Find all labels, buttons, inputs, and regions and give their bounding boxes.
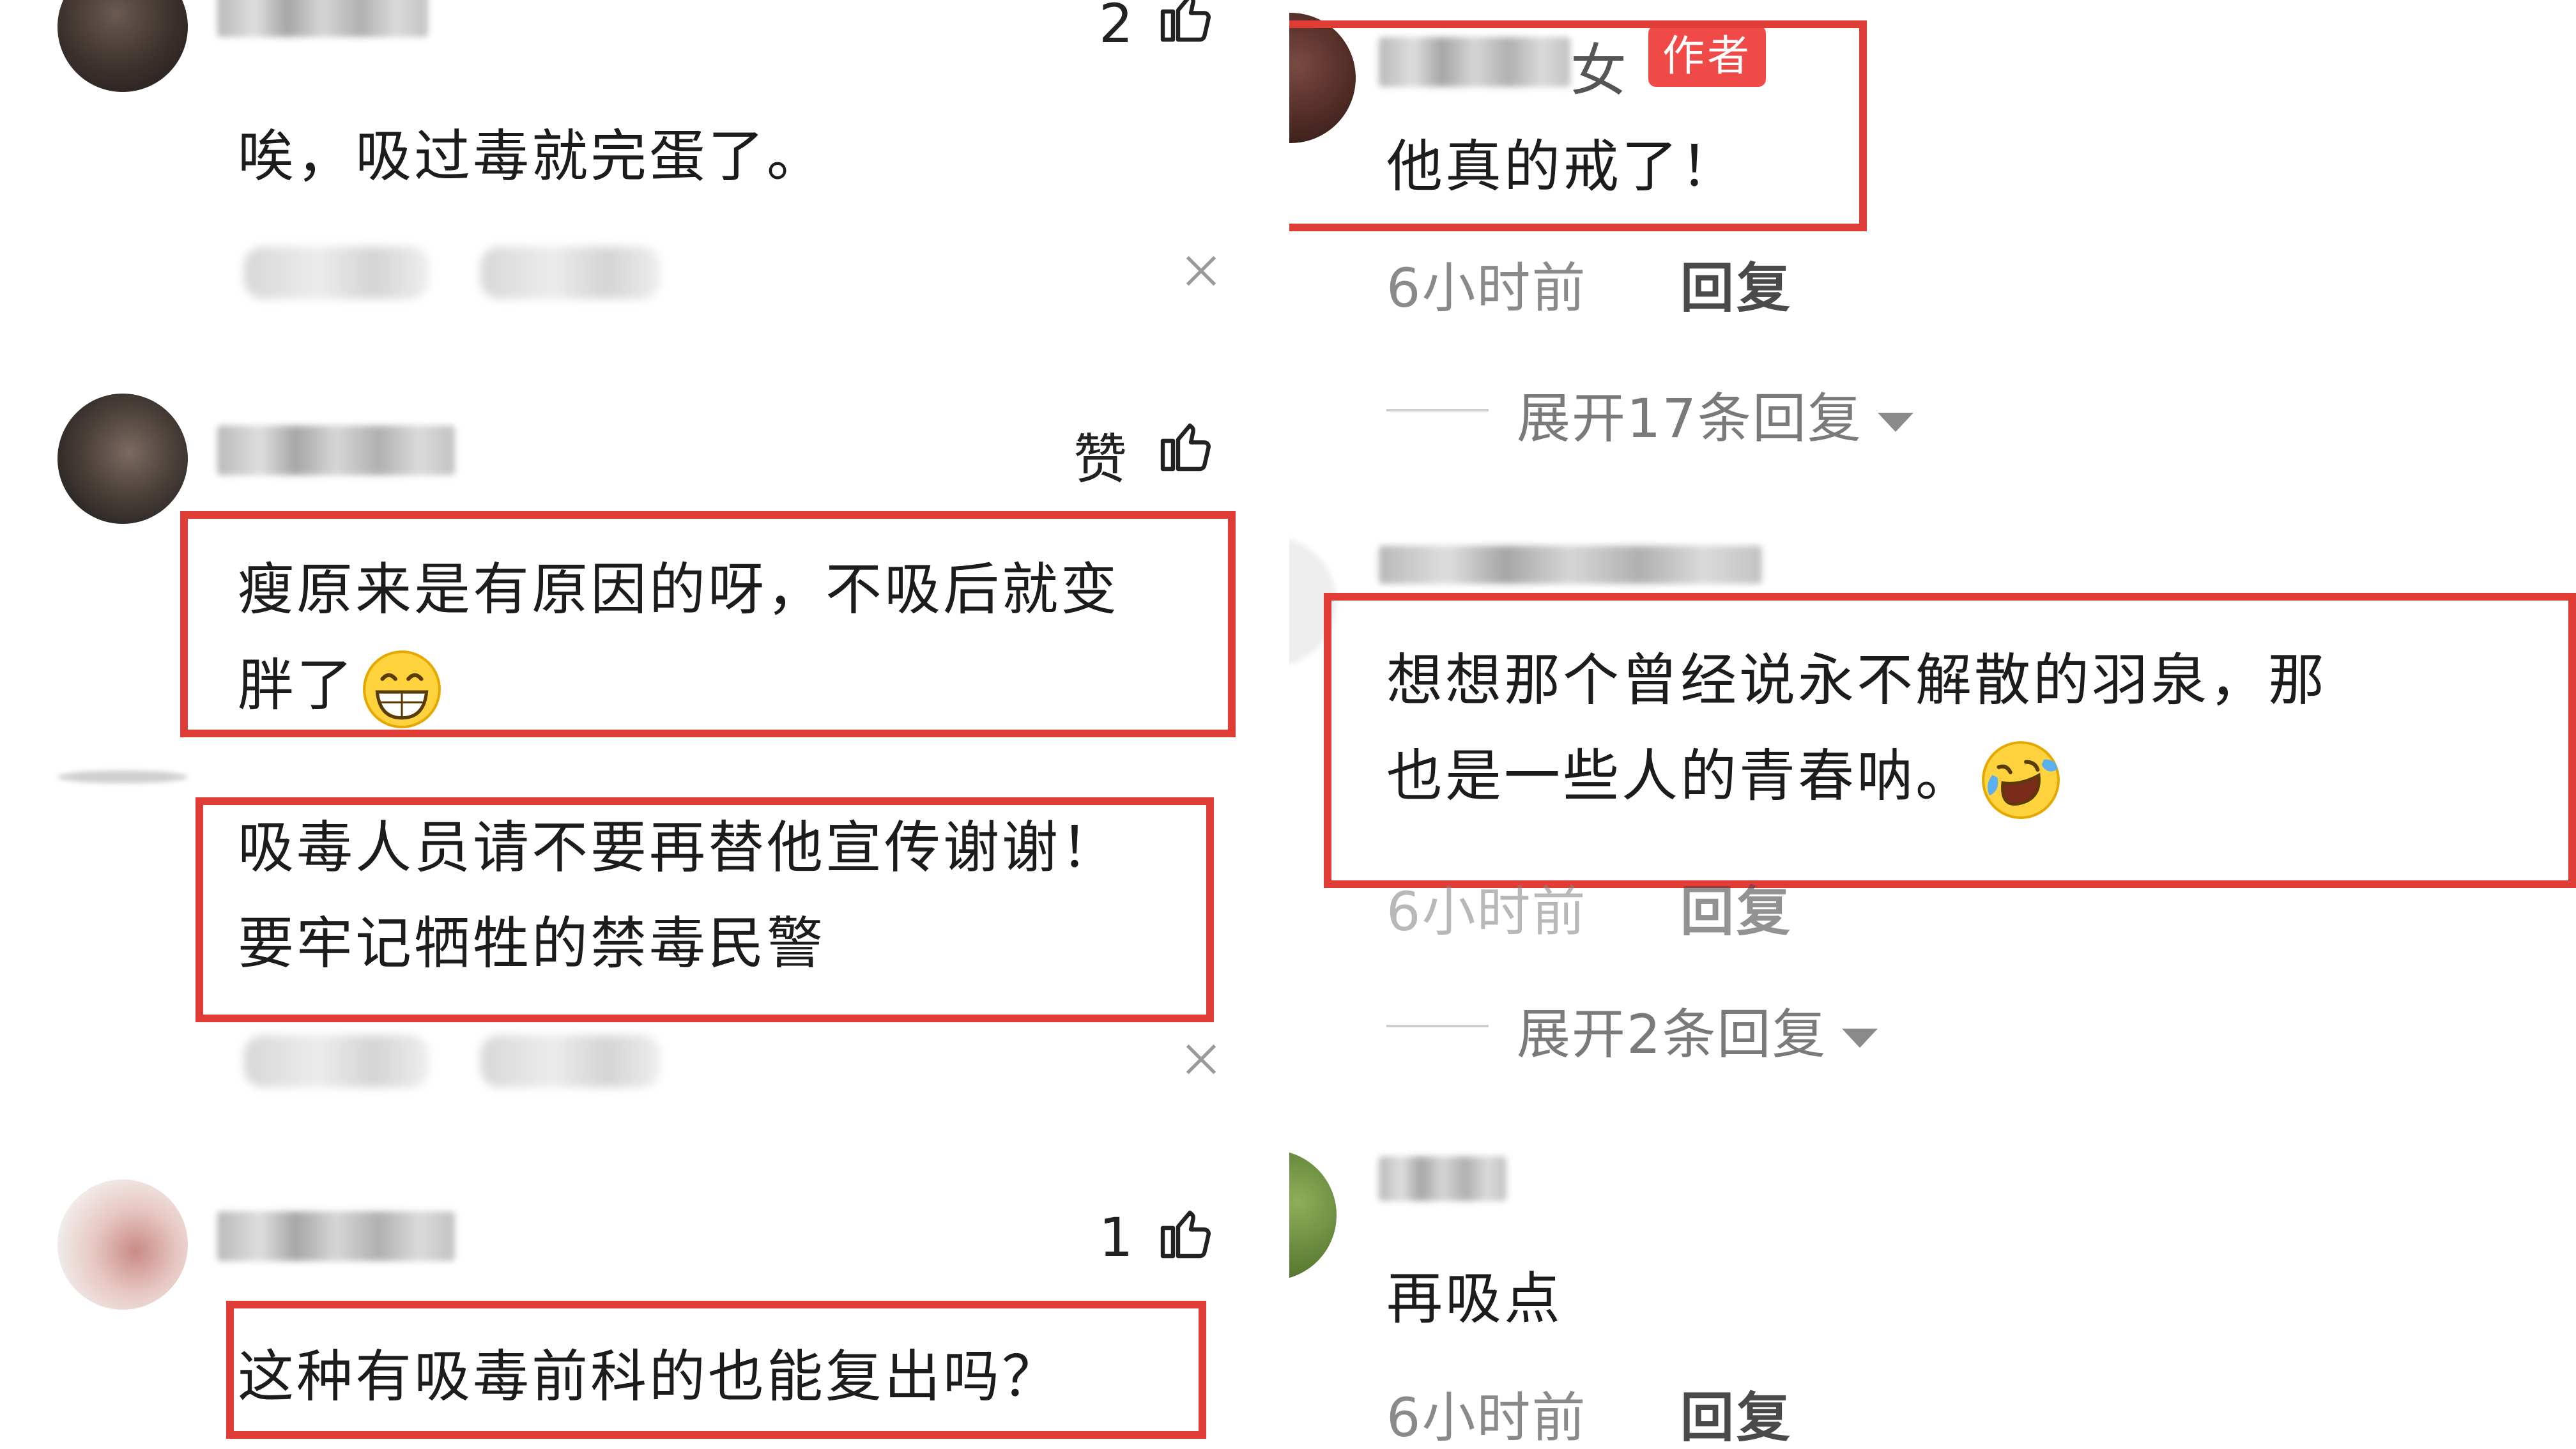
- comment-line-2: 要牢记牺牲的禁毒民警: [238, 910, 826, 976]
- username-blurred[interactable]: [1379, 546, 1762, 584]
- close-icon[interactable]: [1181, 250, 1222, 291]
- avatar[interactable]: [57, 0, 188, 92]
- reply-button[interactable]: 回复: [1680, 245, 1793, 323]
- like-count: 1: [1099, 1206, 1133, 1269]
- comment-line-2-text: 也是一些人的青春呐。: [1386, 743, 1975, 809]
- username-blurred[interactable]: [1379, 1156, 1506, 1201]
- reply-button[interactable]: 回复: [1680, 1375, 1793, 1449]
- comment-line-2-text: 胖了: [238, 652, 356, 718]
- expand-replies-link[interactable]: 展开2条回复: [1517, 992, 1878, 1069]
- avatar[interactable]: [57, 1179, 188, 1310]
- thumbs-up-icon[interactable]: [1155, 0, 1216, 47]
- reply-button[interactable]: 回复: [1680, 869, 1793, 946]
- comment-text: 这种有吸毒前科的也能复出吗？: [238, 1344, 1061, 1409]
- comment-text: 他真的戒了！: [1386, 134, 1740, 199]
- timestamp-blurred: [480, 247, 661, 299]
- like-label: 赞: [1073, 428, 1128, 491]
- expand-replies-link[interactable]: 展开17条回复: [1517, 376, 1913, 453]
- comment-line-2: 也是一些人的青春呐。: [1386, 728, 2327, 824]
- avatar[interactable]: [57, 394, 188, 524]
- username-blurred[interactable]: [217, 425, 455, 475]
- panel-divider: [1273, 0, 1289, 1449]
- thumbs-up-icon[interactable]: [1155, 1202, 1216, 1264]
- chevron-down-icon: [1877, 413, 1913, 433]
- username-blurred[interactable]: [217, 1211, 455, 1261]
- comment-line-1: 瘦原来是有原因的呀，不吸后就变: [238, 556, 1120, 622]
- expand-replies-label: 展开17条回复: [1517, 387, 1862, 450]
- username-blurred[interactable]: [217, 0, 428, 37]
- comment-line-2: 胖了: [238, 638, 1119, 733]
- comment-text: 想想那个曾经说永不解散的羽泉，那 也是一些人的青春呐。: [1386, 632, 2327, 824]
- comment-text: 吸毒人员请不要再替他宣传谢谢！ 要牢记牺牲的禁毒民警: [238, 800, 1119, 992]
- left-comment-panel: 2 唉，吸过毒就完蛋了。 赞 瘦原来是有原因的呀，不吸后就变 胖了 吸毒人员请不…: [0, 0, 1273, 1449]
- comment-line-1: 吸毒人员请不要再替他宣传谢谢！: [238, 815, 1120, 880]
- comment-text: 唉，吸过毒就完蛋了。: [238, 123, 826, 189]
- comment-text: 瘦原来是有原因的呀，不吸后就变 胖了: [238, 542, 1119, 733]
- chevron-down-icon: [1842, 1029, 1878, 1048]
- timestamp: 6小时前: [1386, 1386, 1587, 1449]
- avatar[interactable]: [1289, 1150, 1337, 1280]
- thumbs-up-icon[interactable]: [1155, 415, 1216, 477]
- right-comment-panel: 女 作者 他真的戒了！ 6小时前 回复 展开17条回复 想想那个曾经说永不解散的…: [1289, 0, 2576, 1449]
- reply-time-blurred: [244, 1035, 429, 1087]
- grinning-face-emoji-icon: [363, 650, 441, 729]
- reply-time-blurred: [244, 247, 429, 299]
- comment-text: 再吸点: [1386, 1266, 1563, 1331]
- rolling-laughing-emoji-icon: [1982, 741, 2060, 820]
- close-icon[interactable]: [1181, 1039, 1222, 1080]
- timestamp: 6小时前: [1386, 257, 1587, 319]
- expand-replies-label: 展开2条回复: [1517, 1003, 1827, 1066]
- expand-divider-line: [1386, 1025, 1489, 1027]
- comment-line-1: 想想那个曾经说永不解散的羽泉，那: [1386, 647, 2327, 713]
- timestamp-blurred: [480, 1035, 661, 1087]
- expand-divider-line: [1386, 409, 1489, 411]
- timestamp: 6小时前: [1386, 880, 1587, 943]
- like-count: 2: [1099, 0, 1133, 55]
- avatar[interactable]: [57, 770, 188, 783]
